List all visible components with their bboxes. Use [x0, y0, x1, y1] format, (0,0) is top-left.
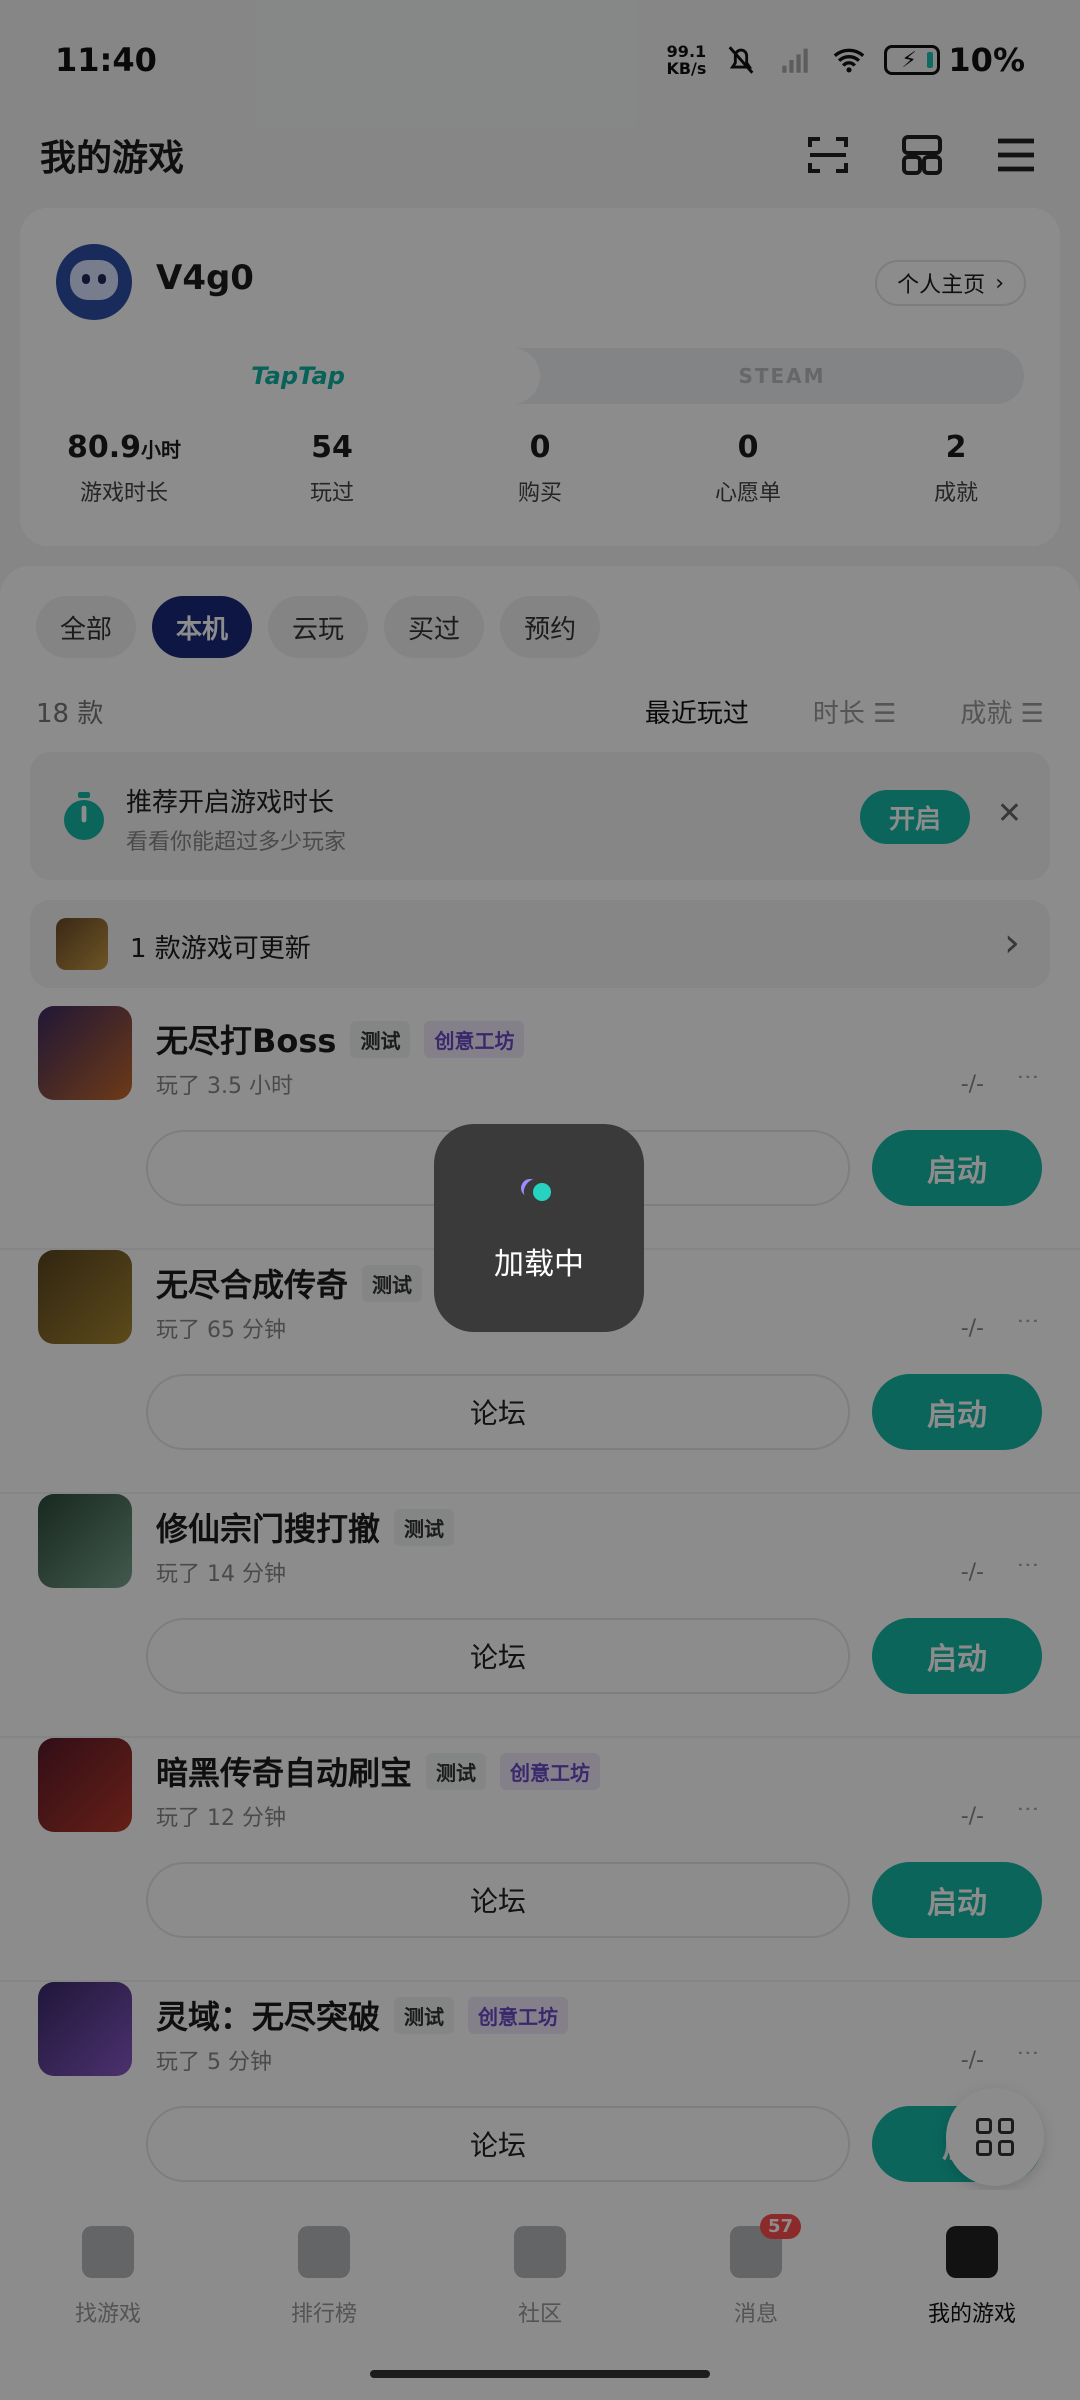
loading-toast: 加载中: [434, 1124, 644, 1332]
loading-spinner-icon: [517, 1173, 557, 1209]
screen: 11:40 99.1 KB/s ⚡ 10% 我的游戏 V4g0 个人主页 › T…: [0, 0, 1080, 2400]
loading-text: 加载中: [494, 1247, 584, 1282]
